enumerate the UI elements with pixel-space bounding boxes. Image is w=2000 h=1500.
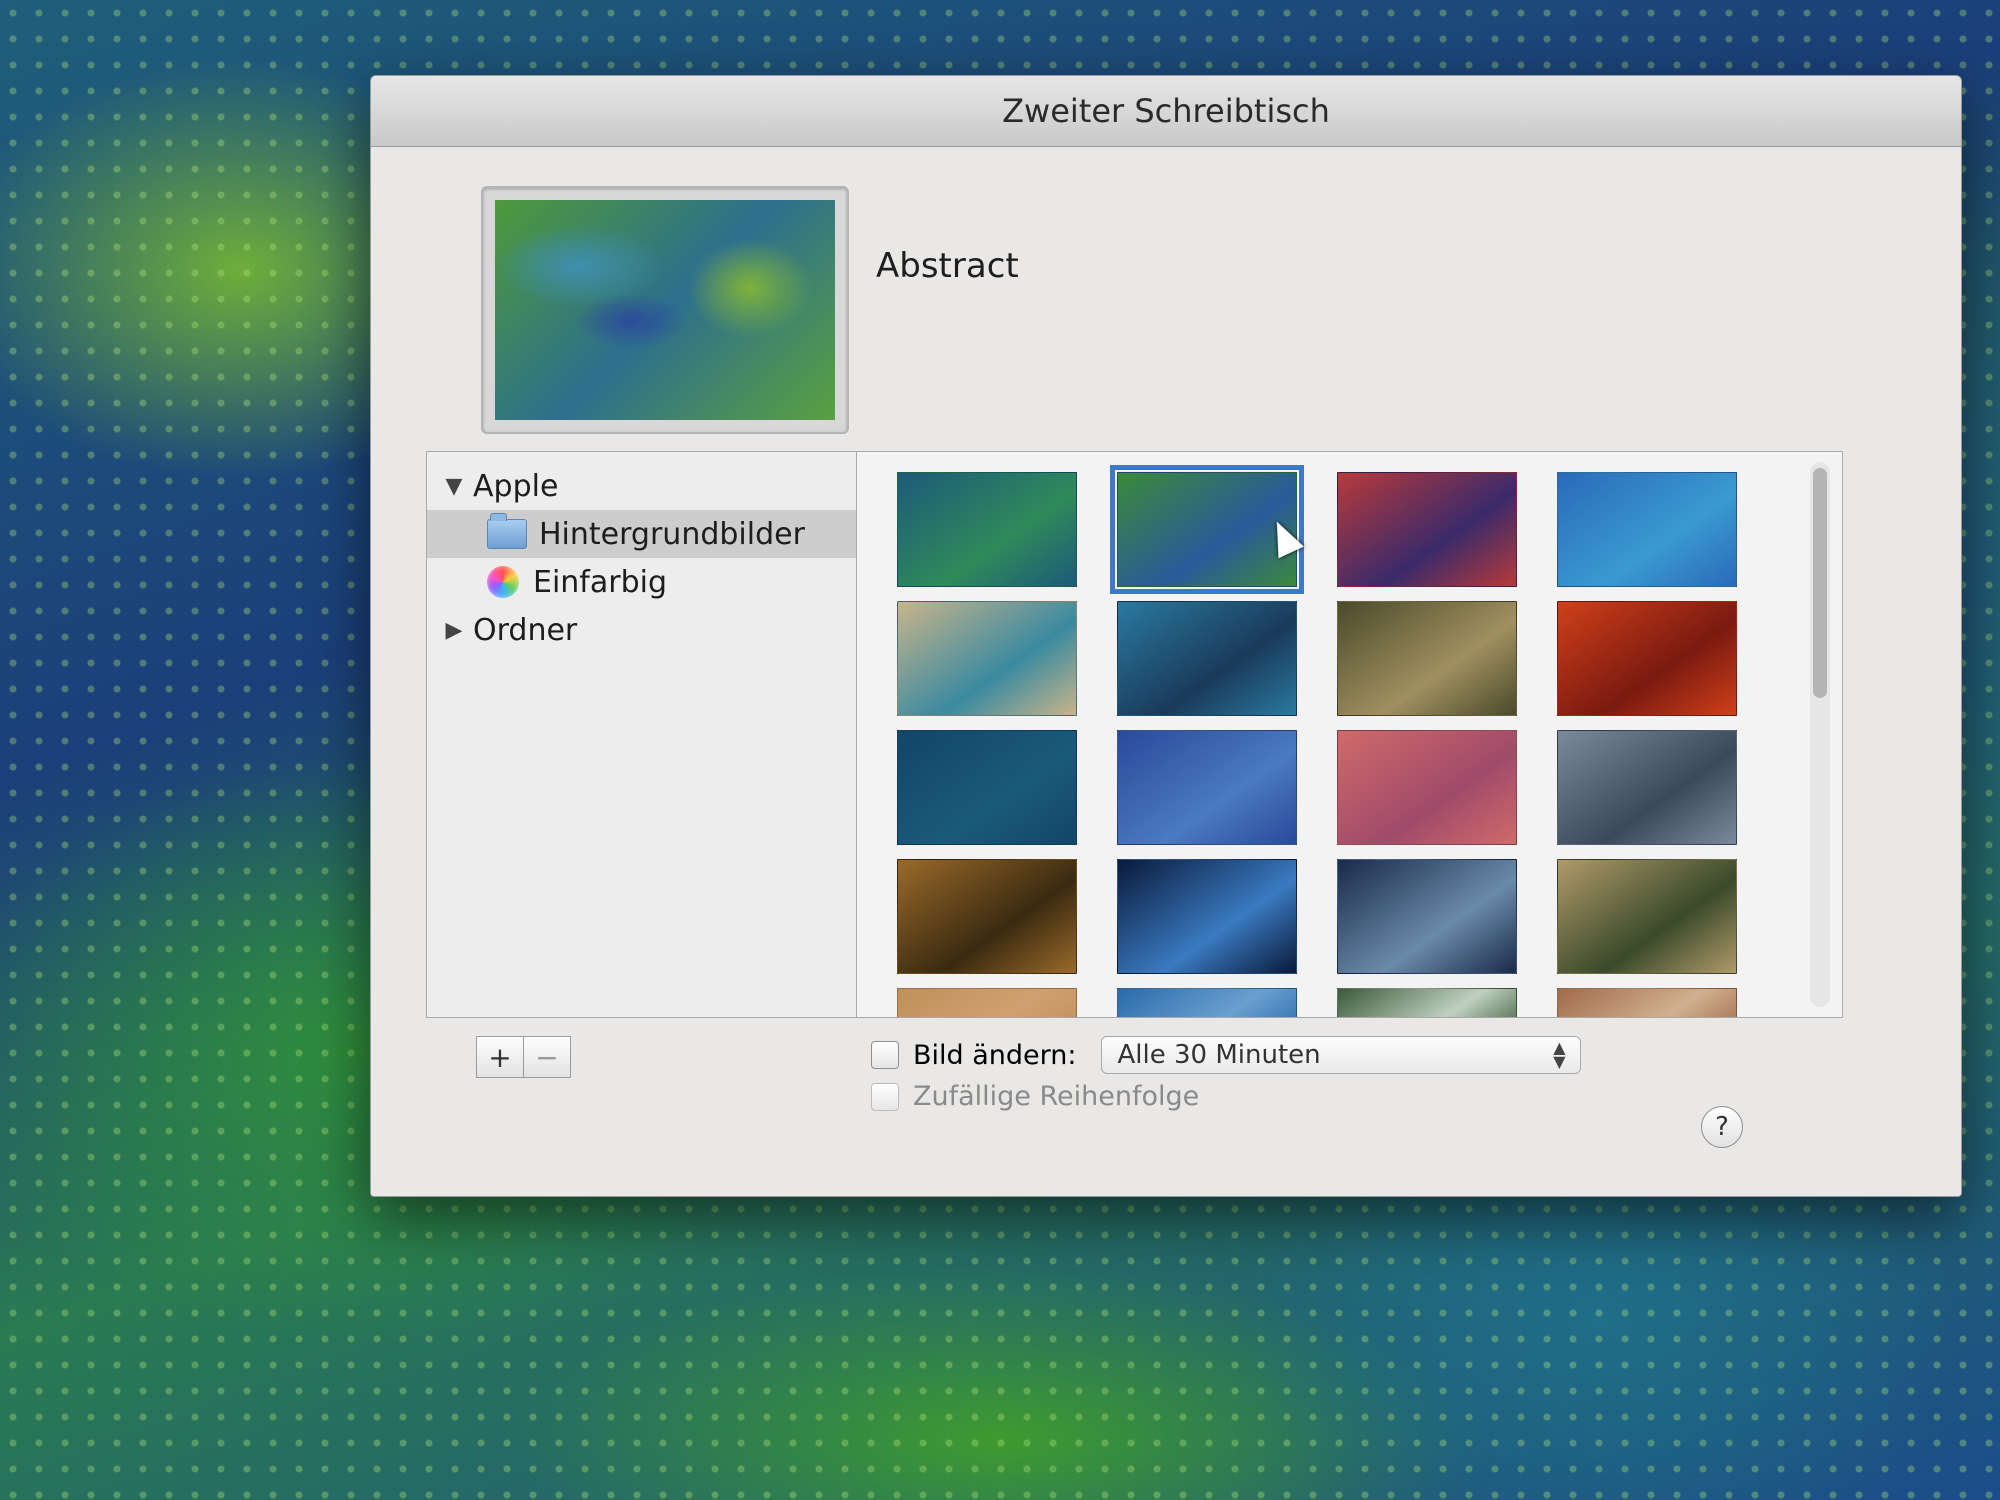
change-picture-row: Bild ändern: Alle 30 Minuten ▲ ▼ [871, 1036, 1581, 1074]
vertical-scrollbar[interactable] [1810, 462, 1830, 1007]
random-order-label: Zufällige Reihenfolge [913, 1081, 1200, 1112]
interval-popup[interactable]: Alle 30 Minuten ▲ ▼ [1100, 1036, 1581, 1074]
wallpaper-thumbnail[interactable] [1117, 601, 1297, 716]
wallpaper-thumbnail[interactable] [1557, 859, 1737, 974]
disclosure-closed-icon[interactable]: ▶ [441, 618, 467, 643]
window-title: Zweiter Schreibtisch [1002, 92, 1330, 130]
color-wheel-icon [487, 566, 519, 598]
wallpaper-thumbnail[interactable] [1557, 472, 1737, 587]
wallpaper-thumbnail[interactable] [1557, 601, 1737, 716]
wallpaper-grid [897, 465, 1737, 1017]
wallpaper-thumbnail[interactable] [1337, 472, 1517, 587]
wallpaper-thumbnail[interactable] [897, 601, 1077, 716]
help-icon: ? [1715, 1112, 1729, 1142]
scrollbar-thumb[interactable] [1813, 468, 1827, 698]
sidebar-item-label: Hintergrundbilder [539, 516, 805, 552]
sidebar-item-hintergrundbilder[interactable]: Hintergrundbilder [427, 510, 917, 558]
wallpaper-thumbnail[interactable] [1117, 859, 1297, 974]
random-order-checkbox[interactable] [871, 1082, 899, 1111]
wallpaper-thumbnail[interactable] [897, 730, 1077, 845]
remove-folder-button[interactable]: − [524, 1036, 571, 1078]
help-button[interactable]: ? [1701, 1106, 1743, 1148]
sidebar-item-label: Apple [473, 468, 559, 504]
wallpaper-thumbnail[interactable] [897, 472, 1077, 587]
wallpaper-thumbnail[interactable] [1557, 730, 1737, 845]
wallpaper-name: Abstract [876, 246, 1019, 286]
popup-arrows-icon: ▲ ▼ [1553, 1038, 1566, 1071]
random-order-row: Zufällige Reihenfolge [871, 1081, 1199, 1112]
wallpaper-thumbnail[interactable] [1557, 988, 1737, 1017]
sidebar-item-einfarbig[interactable]: Einfarbig [427, 558, 917, 606]
wallpaper-thumbnail[interactable] [1337, 730, 1517, 845]
wallpaper-preview [481, 186, 849, 434]
interval-value: Alle 30 Minuten [1117, 1040, 1321, 1070]
sidebar-item-ordner[interactable]: ▶ Ordner [427, 606, 871, 654]
sidebar-item-apple[interactable]: ▼ Apple [427, 462, 871, 510]
desktop-preferences-window: Zweiter Schreibtisch Abstract ▼ Apple Hint… [370, 75, 1962, 1197]
wallpaper-thumbnail[interactable] [1337, 988, 1517, 1017]
source-list-buttons: + − [476, 1036, 571, 1078]
wallpaper-thumbnail[interactable] [897, 988, 1077, 1017]
disclosure-open-icon[interactable]: ▼ [441, 474, 467, 499]
change-picture-label: Bild ändern: [913, 1039, 1077, 1071]
folder-icon [487, 513, 527, 549]
wallpaper-preview-image [495, 200, 835, 420]
wallpaper-thumbnail[interactable] [1337, 601, 1517, 716]
wallpaper-grid-panel[interactable] [856, 451, 1843, 1018]
title-bar[interactable]: Zweiter Schreibtisch [371, 76, 1961, 147]
wallpaper-thumbnail[interactable] [1337, 859, 1517, 974]
wallpaper-thumbnail[interactable] [1117, 988, 1297, 1017]
sidebar-item-label: Einfarbig [533, 564, 668, 600]
wallpaper-thumbnail[interactable] [1117, 730, 1297, 845]
add-folder-button[interactable]: + [476, 1036, 524, 1078]
change-picture-checkbox[interactable] [871, 1041, 899, 1069]
source-list[interactable]: ▼ Apple Hintergrundbilder Einfarbig ▶ Ordner [426, 451, 917, 1018]
sidebar-item-label: Ordner [473, 612, 578, 648]
wallpaper-thumbnail[interactable] [897, 859, 1077, 974]
